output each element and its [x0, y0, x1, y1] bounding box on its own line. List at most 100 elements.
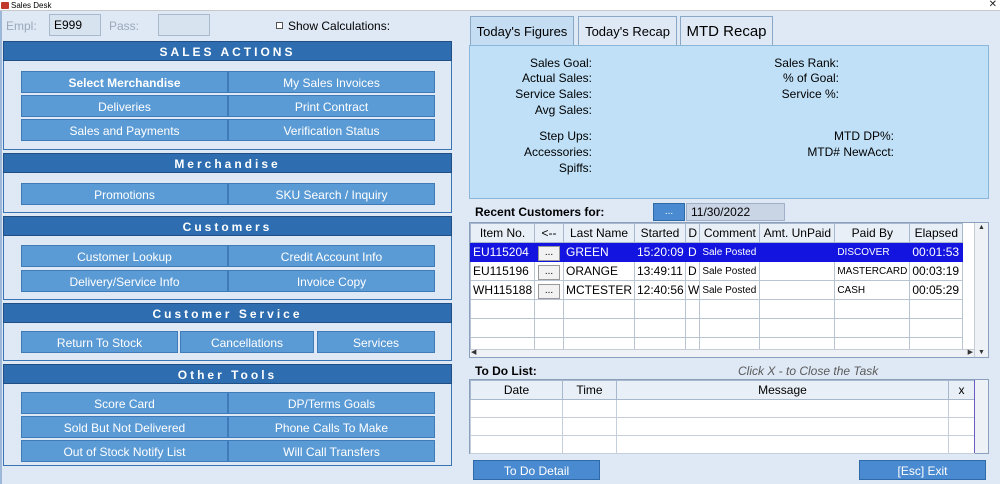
item-no-cell: EU115196 [470, 261, 535, 281]
comment-cell: Sale Posted [699, 242, 761, 262]
tab-todays-recap[interactable]: Today's Recap [578, 16, 677, 45]
scroll-down-icon[interactable]: ▼ [978, 349, 985, 356]
services-button[interactable]: Services [317, 331, 435, 353]
todo-col-date[interactable]: Date [470, 380, 563, 400]
col-started[interactable]: Started [634, 223, 686, 243]
cancellations-button[interactable]: Cancellations [180, 331, 314, 353]
scroll-up-icon[interactable]: ▲ [978, 224, 985, 231]
todo-col-close[interactable]: x [948, 380, 975, 400]
list-item [470, 435, 975, 454]
window-title: Sales Desk [11, 1, 52, 10]
tab-todays-figures[interactable]: Today's Figures [470, 16, 574, 45]
table-row[interactable]: WH115188 ... MCTESTER 12:40:56 W Sale Po… [470, 280, 964, 300]
pass-label: Pass: [109, 19, 140, 33]
spiffs-label: Spiffs: [558, 161, 592, 175]
sales-rank-label: Sales Rank: [774, 56, 839, 70]
col-elapsed[interactable]: Elapsed [909, 223, 964, 243]
table-row[interactable]: EU115204 ... GREEN 15:20:09 D Sale Poste… [470, 242, 964, 262]
grid-header-row: Item No. <-- Last Name Started D Comment… [470, 223, 964, 243]
deliveries-button[interactable]: Deliveries [21, 95, 228, 117]
invoice-copy-button[interactable]: Invoice Copy [228, 270, 435, 292]
recent-customers-grid: Item No. <-- Last Name Started D Comment… [469, 222, 989, 358]
tab-mtd-recap[interactable]: MTD Recap [680, 16, 773, 45]
row-open-button[interactable]: ... [538, 264, 560, 280]
accessories-label: Accessories: [523, 145, 592, 159]
item-no-cell: EU115204 [470, 242, 535, 262]
elapsed-cell: 00:01:53 [909, 242, 964, 262]
empl-input[interactable]: E999 [49, 14, 101, 36]
dp-terms-goals-button[interactable]: DP/Terms Goals [228, 392, 435, 414]
print-contract-button[interactable]: Print Contract [228, 95, 435, 117]
scroll-right-icon[interactable]: ▶ [968, 348, 973, 356]
show-calculations-checkbox[interactable] [276, 22, 283, 29]
other-tools-header: Other Tools [3, 364, 452, 384]
customer-service-header: Customer Service [3, 303, 452, 323]
step-ups-label: Step Ups: [539, 129, 592, 143]
sold-but-not-delivered-button[interactable]: Sold But Not Delivered [21, 416, 228, 438]
todo-col-time[interactable]: Time [562, 380, 617, 400]
score-card-button[interactable]: Score Card [21, 392, 228, 414]
will-call-transfers-button[interactable]: Will Call Transfers [228, 440, 435, 462]
todo-close-hint: Click X - to Close the Task [738, 364, 879, 378]
show-calculations-label: Show Calculations: [288, 19, 391, 33]
customers-header: Customers [3, 216, 452, 236]
avg-sales-label: Avg Sales: [534, 103, 592, 117]
grid-horizontal-scrollbar[interactable]: ◀ ▶ [470, 349, 974, 357]
col-last-name[interactable]: Last Name [563, 223, 635, 243]
recent-customers-date[interactable]: 11/30/2022 [686, 203, 785, 221]
paid-by-cell: DISCOVER [834, 242, 911, 262]
col-amt-unpaid[interactable]: Amt. UnPaid [759, 223, 836, 243]
row-open-button[interactable]: ... [538, 283, 560, 299]
amt-unpaid-cell [759, 242, 836, 262]
last-name-cell: ORANGE [563, 261, 635, 281]
paid-by-cell: CASH [834, 280, 911, 300]
table-row[interactable]: EU115196 ... ORANGE 13:49:11 D Sale Post… [470, 261, 964, 281]
todo-list-label: To Do List: [475, 364, 537, 378]
started-cell: 15:20:09 [634, 242, 686, 262]
col-comment[interactable]: Comment [699, 223, 761, 243]
out-of-stock-notify-button[interactable]: Out of Stock Notify List [21, 440, 228, 462]
customer-lookup-button[interactable]: Customer Lookup [21, 245, 228, 267]
service-sales-label: Service Sales: [515, 87, 592, 101]
todo-header-row: Date Time Message x [470, 380, 975, 400]
percent-of-goal-label: % of Goal: [782, 71, 839, 85]
todo-detail-button[interactable]: To Do Detail [473, 460, 600, 480]
col-back[interactable]: <-- [534, 223, 564, 243]
select-merchandise-button[interactable]: Select Merchandise [21, 71, 228, 93]
sku-search-button[interactable]: SKU Search / Inquiry [228, 183, 435, 205]
my-sales-invoices-button[interactable]: My Sales Invoices [228, 71, 435, 93]
phone-calls-to-make-button[interactable]: Phone Calls To Make [228, 416, 435, 438]
d-cell: W [684, 280, 701, 300]
delivery-service-info-button[interactable]: Delivery/Service Info [21, 270, 228, 292]
pass-input[interactable] [158, 14, 210, 36]
grid-vertical-scrollbar[interactable]: ▲ ▼ [974, 223, 988, 357]
col-item-no[interactable]: Item No. [470, 223, 535, 243]
last-name-cell: GREEN [563, 242, 635, 262]
comment-cell: Sale Posted [699, 261, 761, 281]
todo-scrollbar[interactable] [974, 380, 988, 453]
list-item [470, 417, 975, 436]
service-percent-label: Service %: [781, 87, 839, 101]
promotions-button[interactable]: Promotions [21, 183, 228, 205]
verification-status-button[interactable]: Verification Status [228, 119, 435, 141]
exit-button[interactable]: [Esc] Exit [859, 460, 986, 480]
row-open-button[interactable]: ... [538, 245, 560, 261]
col-d[interactable]: D [684, 223, 701, 243]
close-icon[interactable]: ✕ [989, 0, 997, 10]
merchandise-header: Merchandise [3, 153, 452, 173]
mtd-new-acct-label: MTD# NewAcct: [807, 145, 894, 159]
todo-col-message[interactable]: Message [616, 380, 949, 400]
scroll-left-icon[interactable]: ◀ [471, 348, 476, 356]
window-titlebar: Sales Desk ✕ [0, 0, 1000, 11]
started-cell: 13:49:11 [634, 261, 686, 281]
recent-customers-label: Recent Customers for: [475, 205, 605, 219]
return-to-stock-button[interactable]: Return To Stock [21, 331, 178, 353]
col-paid-by[interactable]: Paid By [834, 223, 911, 243]
sales-and-payments-button[interactable]: Sales and Payments [21, 119, 228, 141]
elapsed-cell: 00:05:29 [909, 280, 964, 300]
amt-unpaid-cell [759, 280, 836, 300]
d-cell: D [684, 261, 701, 281]
table-row [470, 318, 964, 338]
recent-customers-picker-button[interactable]: ... [653, 203, 685, 221]
credit-account-info-button[interactable]: Credit Account Info [228, 245, 435, 267]
